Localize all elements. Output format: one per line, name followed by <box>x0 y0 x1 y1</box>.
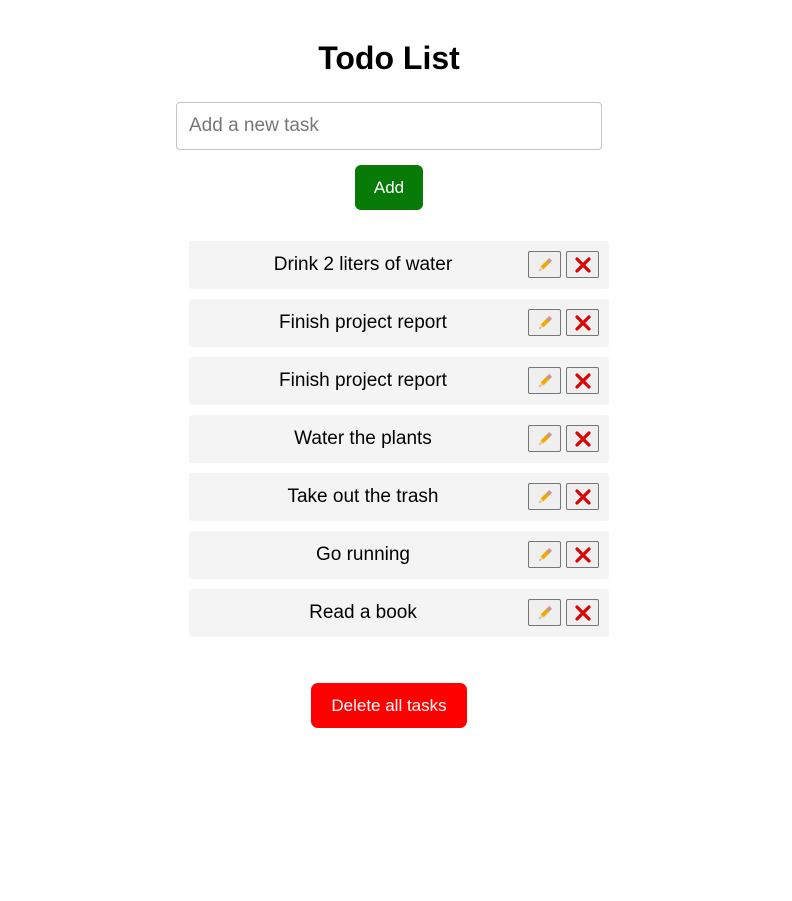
cross-mark-icon <box>574 256 592 274</box>
delete-task-button[interactable] <box>566 541 599 568</box>
cross-mark-icon <box>574 372 592 390</box>
delete-task-button[interactable] <box>566 251 599 278</box>
pencil-icon <box>536 546 554 564</box>
delete-all-tasks-button[interactable]: Delete all tasks <box>311 683 467 728</box>
task-text: Water the plants <box>294 428 432 449</box>
task-item: Water the plants <box>189 415 609 463</box>
cross-mark-icon <box>574 488 592 506</box>
delete-task-button[interactable] <box>566 367 599 394</box>
edit-task-button[interactable] <box>528 541 561 568</box>
task-text: Finish project report <box>279 312 447 333</box>
pencil-icon <box>536 314 554 332</box>
cross-mark-icon <box>574 546 592 564</box>
add-task-button[interactable]: Add <box>355 165 423 210</box>
task-text: Read a book <box>309 602 417 623</box>
edit-task-button[interactable] <box>528 251 561 278</box>
page-title: Todo List <box>318 40 460 76</box>
task-item: Finish project report <box>189 299 609 347</box>
edit-task-button[interactable] <box>528 599 561 626</box>
pencil-icon <box>536 256 554 274</box>
pencil-icon <box>536 488 554 506</box>
cross-mark-icon <box>574 604 592 622</box>
task-item: Read a book <box>189 589 609 637</box>
edit-task-button[interactable] <box>528 367 561 394</box>
delete-task-button[interactable] <box>566 309 599 336</box>
edit-task-button[interactable] <box>528 425 561 452</box>
pencil-icon <box>536 430 554 448</box>
task-list: Drink 2 liters of water Finish project r… <box>189 241 609 647</box>
task-text: Finish project report <box>279 370 447 391</box>
delete-task-button[interactable] <box>566 483 599 510</box>
task-text: Go running <box>315 544 410 565</box>
task-item: Go running <box>189 531 609 579</box>
delete-task-button[interactable] <box>566 425 599 452</box>
task-text: Take out the trash <box>287 486 439 507</box>
task-item: Finish project report <box>189 357 609 405</box>
cross-mark-icon <box>574 314 592 332</box>
new-task-input[interactable] <box>176 102 602 150</box>
pencil-icon <box>536 604 554 622</box>
cross-mark-icon <box>574 430 592 448</box>
task-item: Drink 2 liters of water <box>189 241 609 289</box>
task-text: Drink 2 liters of water <box>273 254 453 275</box>
edit-task-button[interactable] <box>528 309 561 336</box>
delete-task-button[interactable] <box>566 599 599 626</box>
task-item: Take out the trash <box>189 473 609 521</box>
pencil-icon <box>536 372 554 390</box>
edit-task-button[interactable] <box>528 483 561 510</box>
